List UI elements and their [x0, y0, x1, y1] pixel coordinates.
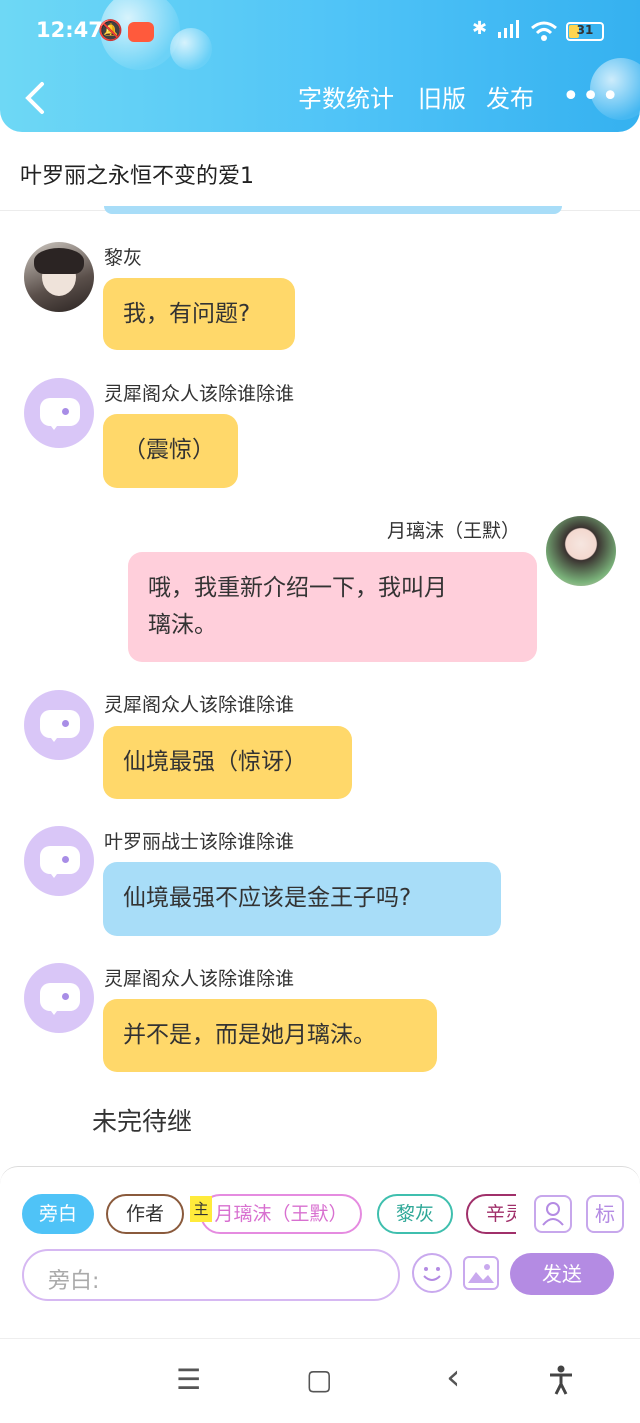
- publish-button[interactable]: 发布: [486, 84, 534, 114]
- role-chip-xinling-clip: 辛灵: [466, 1194, 516, 1234]
- message-text: 我，有问题?: [123, 301, 251, 327]
- story-title-bar: 叶罗丽之永恒不变的爱1: [0, 140, 640, 211]
- word-count-button[interactable]: 字数统计: [298, 84, 394, 114]
- message-text: 仙境最强不应该是金王子吗?: [123, 885, 412, 911]
- battery-level: 31: [576, 23, 594, 37]
- system-navigation-bar: ☰ ▢ ‹: [0, 1338, 640, 1423]
- menu-icon[interactable]: ☰: [176, 1363, 201, 1396]
- speaker-name: 灵犀阁众人该除谁除谁: [104, 694, 295, 716]
- avatar[interactable]: [546, 516, 616, 586]
- role-chip-narration[interactable]: 旁白: [22, 1194, 94, 1234]
- back-nav-icon[interactable]: ‹: [446, 1357, 460, 1398]
- ghost-eye-icon: [62, 993, 69, 1000]
- app-header: 12:47 🔕 ✱ 31 字数统计 旧版 发布 •••: [0, 0, 640, 132]
- chevron-left-icon: [25, 82, 44, 114]
- ghost-eye-icon: [62, 856, 69, 863]
- send-button[interactable]: 发送: [510, 1253, 614, 1295]
- role-chip-yuelimo[interactable]: 月璃沫（王默）: [200, 1194, 362, 1234]
- home-icon[interactable]: ▢: [306, 1363, 332, 1396]
- signal-icon: [496, 20, 522, 40]
- role-chip-xinling[interactable]: 辛灵: [466, 1194, 516, 1234]
- image-icon: [468, 1264, 494, 1283]
- avatar[interactable]: [24, 378, 94, 448]
- add-role-button[interactable]: [534, 1195, 572, 1233]
- back-button[interactable]: [20, 78, 56, 118]
- message-text: 哦，我重新介绍一下，我叫月: [148, 575, 447, 601]
- ghost-eye-icon: [62, 408, 69, 415]
- more-options-button[interactable]: •••: [562, 82, 621, 112]
- main-role-tag: 主: [190, 1196, 212, 1222]
- message-bubble[interactable]: （震惊）: [103, 414, 238, 488]
- message-bubble[interactable]: 我，有问题?: [103, 278, 295, 350]
- message-bubble[interactable]: 仙境最强不应该是金王子吗?: [103, 862, 501, 936]
- message-text: 并不是，而是她月璃沫。: [123, 1022, 376, 1048]
- input-placeholder: 旁白:: [48, 1269, 100, 1294]
- dialogue-input[interactable]: 旁白:: [22, 1249, 400, 1301]
- status-time: 12:47: [36, 18, 103, 42]
- mute-bell-icon: 🔕: [98, 18, 123, 42]
- battery-icon: 31: [566, 22, 604, 41]
- ghost-eye-icon: [62, 720, 69, 727]
- avatar[interactable]: [24, 826, 94, 896]
- speaker-name: 灵犀阁众人该除谁除谁: [104, 383, 295, 405]
- speaker-name: 灵犀阁众人该除谁除谁: [104, 968, 295, 990]
- app-notification-icon: [128, 22, 154, 42]
- story-title: 叶罗丽之永恒不变的爱1: [20, 164, 254, 189]
- previous-bubble-edge: [104, 206, 562, 214]
- message-text: （震惊）: [123, 437, 215, 463]
- message-text: 仙境最强（惊讶）: [123, 749, 307, 775]
- to-be-continued-text: 未完待继: [92, 1107, 193, 1136]
- wifi-icon: [530, 20, 558, 42]
- speaker-name: 黎灰: [104, 247, 143, 269]
- avatar[interactable]: [24, 690, 94, 760]
- speaker-name: 月璃沫（王默）: [387, 520, 521, 542]
- person-icon: [542, 1202, 564, 1226]
- role-chip-lihui[interactable]: 黎灰: [377, 1194, 453, 1234]
- status-bar: 12:47 🔕 ✱ 31: [0, 0, 640, 62]
- message-bubble[interactable]: 并不是，而是她月璃沫。: [103, 999, 437, 1072]
- mark-button[interactable]: 标: [586, 1195, 624, 1233]
- message-text: 璃沫。: [148, 612, 217, 638]
- emoji-button[interactable]: [412, 1253, 452, 1293]
- old-version-button[interactable]: 旧版: [418, 84, 466, 114]
- smiley-icon: [423, 1267, 441, 1281]
- accessibility-icon[interactable]: [548, 1365, 574, 1395]
- avatar[interactable]: [24, 963, 94, 1033]
- role-chip-author[interactable]: 作者: [106, 1194, 184, 1234]
- message-bubble[interactable]: 仙境最强（惊讶）: [103, 726, 352, 799]
- speaker-name: 叶罗丽战士该除谁除谁: [104, 831, 295, 853]
- message-bubble[interactable]: 哦，我重新介绍一下，我叫月 璃沫。: [128, 552, 537, 662]
- bluetooth-icon: ✱: [472, 18, 488, 39]
- avatar[interactable]: [24, 242, 94, 312]
- image-button[interactable]: [463, 1256, 499, 1290]
